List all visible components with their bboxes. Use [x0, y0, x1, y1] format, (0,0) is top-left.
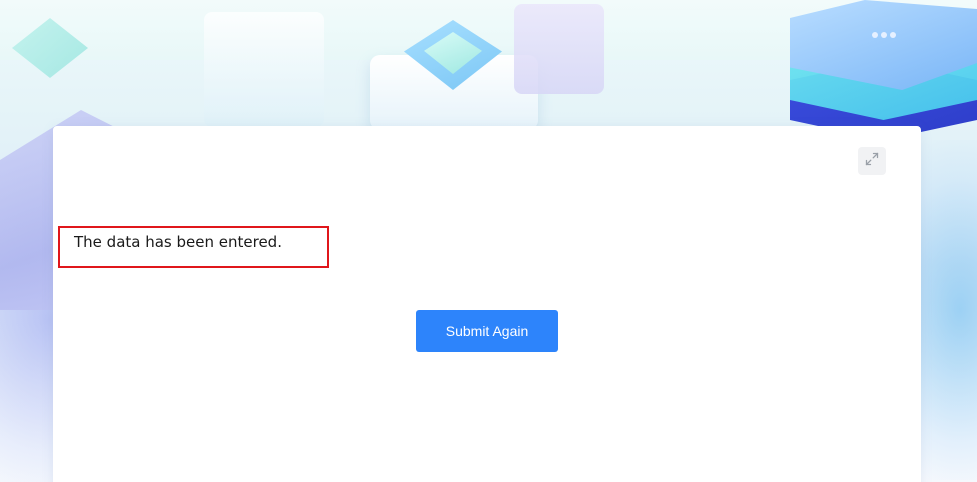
expand-icon — [864, 151, 880, 172]
expand-button[interactable] — [858, 147, 886, 175]
decorative-dots — [872, 25, 912, 39]
result-card: The data has been entered. Submit Again — [53, 126, 921, 482]
submit-again-button[interactable]: Submit Again — [416, 310, 558, 352]
submission-message: The data has been entered. — [74, 233, 282, 251]
page-background: The data has been entered. Submit Again — [0, 0, 977, 482]
decorative-cube-left — [204, 12, 324, 127]
decorative-cube-right — [514, 4, 604, 94]
